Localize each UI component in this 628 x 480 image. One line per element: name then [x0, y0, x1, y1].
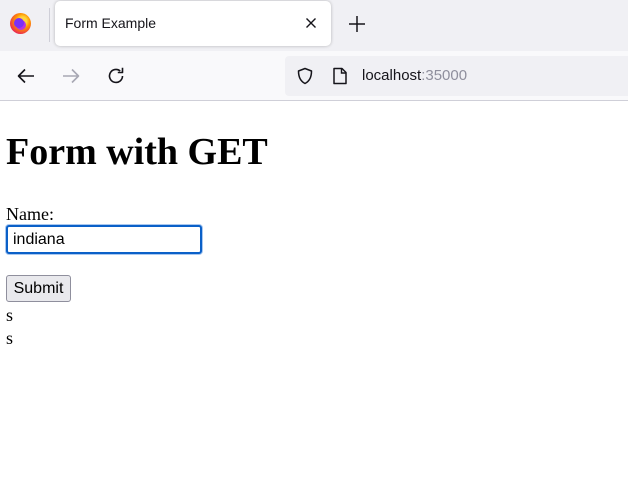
reload-icon[interactable] [105, 65, 127, 87]
page-icon [332, 67, 348, 85]
page-content: Form with GET Name: Submit s s [0, 102, 628, 480]
submit-button[interactable]: Submit [6, 275, 71, 302]
name-input[interactable] [6, 225, 202, 254]
tab-strip: Form Example [0, 0, 628, 51]
output-line: s [6, 328, 14, 348]
tab-title: Form Example [65, 15, 157, 31]
arrow-right-icon[interactable] [60, 65, 82, 87]
navigation-toolbar: localhost:35000 [0, 51, 628, 101]
firefox-logo-icon[interactable] [10, 13, 31, 34]
close-icon[interactable] [301, 13, 321, 33]
url-text[interactable]: localhost:35000 [362, 67, 467, 84]
shield-icon[interactable] [296, 67, 314, 85]
tab-strip-divider [49, 8, 50, 42]
plus-icon[interactable] [346, 13, 368, 35]
url-port: :35000 [421, 67, 468, 84]
arrow-left-icon[interactable] [15, 65, 37, 87]
output-line: s [6, 305, 14, 325]
url-host: localhost [362, 67, 422, 84]
url-bar[interactable]: localhost:35000 [285, 56, 628, 96]
name-label: Name: [6, 204, 54, 224]
tab-form-example[interactable]: Form Example [55, 1, 331, 46]
page-title: Form with GET [6, 131, 268, 173]
